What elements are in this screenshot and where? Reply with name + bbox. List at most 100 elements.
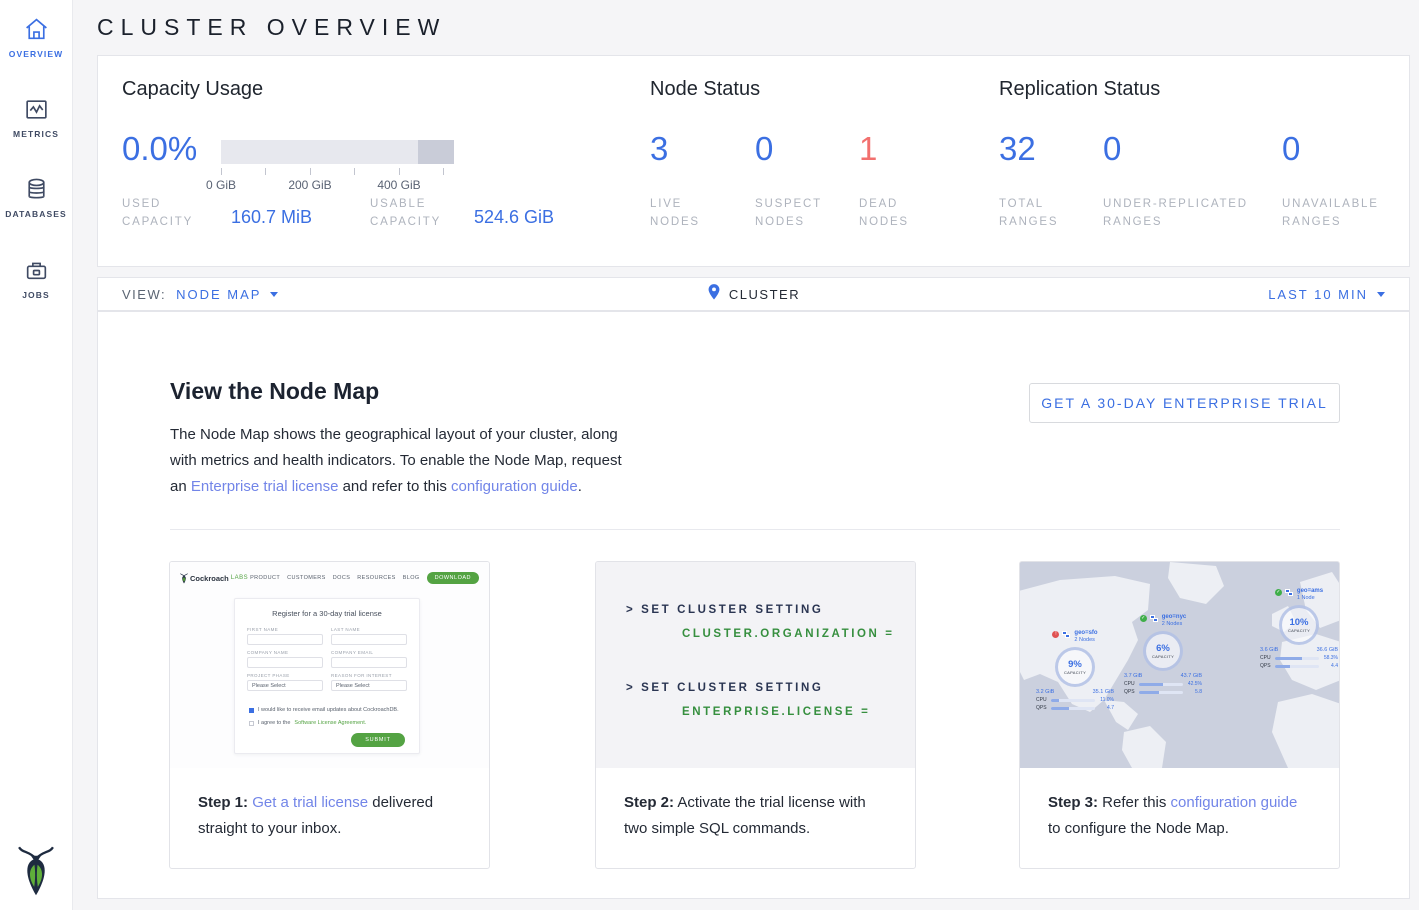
step2-card: > SET CLUSTER SETTING CLUSTER.ORGANIZATI…: [595, 561, 916, 869]
configuration-guide-link[interactable]: configuration guide: [1171, 794, 1298, 811]
capacity-total: 35.1 GiB: [1093, 689, 1114, 695]
caption-text: Refer this: [1098, 794, 1171, 811]
capacity-percent: 9%: [1068, 660, 1082, 670]
step1-thumbnail: Cockroach LABS PRODUCT CUSTOMERS DOCS RE…: [170, 562, 489, 768]
mini-brand: Cockroach LABS: [180, 573, 248, 584]
cpu-label: CPU: [1124, 681, 1136, 687]
sidebar-item-label: METRICS: [0, 129, 72, 139]
page-title: CLUSTER OVERVIEW: [97, 14, 446, 41]
axis-tick: [443, 168, 444, 175]
unavailable-count: 0: [1282, 130, 1300, 168]
step3-caption: Step 3: Refer this configuration guide t…: [1020, 768, 1339, 842]
sidebar-item-jobs[interactable]: JOBS: [0, 257, 72, 300]
capacity-ring: 10% CAPACITY: [1279, 605, 1319, 645]
mini-download-button: DOWNLOAD: [427, 572, 479, 584]
mini-form-title: Register for a 30-day trial license: [235, 609, 419, 618]
cluster-summary-panel: Capacity Usage 0.0% 0 GiB 200 GiB 400 Gi…: [97, 55, 1410, 267]
cpu-value: 11.0%: [1098, 697, 1114, 703]
replication-status-title: Replication Status: [999, 78, 1160, 101]
mini-checkbox-checked: [249, 708, 254, 713]
mini-nav-item: DOCS: [333, 575, 351, 581]
cluster-scope: CLUSTER: [98, 278, 1409, 310]
enterprise-trial-license-link[interactable]: Enterprise trial license: [191, 478, 339, 495]
mini-field-select: Please Select: [247, 680, 323, 691]
mini-submit-button: SUBMIT: [351, 733, 405, 747]
capacity-ring: 6% CAPACITY: [1143, 631, 1183, 671]
capacity-label: CAPACITY: [1152, 654, 1174, 659]
axis-tick: [221, 168, 222, 175]
sql-command: > SET CLUSTER SETTING: [626, 604, 823, 616]
time-range-selector[interactable]: LAST 10 MIN: [1268, 278, 1385, 310]
sidebar-item-overview[interactable]: OVERVIEW: [0, 16, 72, 59]
locality-node-count: 2 Nodes: [1074, 637, 1097, 644]
capacity-total: 43.7 GiB: [1181, 673, 1202, 679]
mini-checkbox: [249, 721, 254, 726]
cpu-label: CPU: [1260, 655, 1272, 661]
node-map-panel: View the Node Map The Node Map shows the…: [97, 311, 1410, 899]
mini-field-label: COMPANY EMAIL: [331, 650, 407, 655]
mini-field-select: Please Select: [331, 680, 407, 691]
check-badge-icon: ✓: [1275, 589, 1282, 596]
sidebar-item-metrics[interactable]: METRICS: [0, 96, 72, 139]
capacity-percent: 6%: [1156, 644, 1170, 654]
configuration-guide-link[interactable]: configuration guide: [451, 478, 578, 495]
mini-nav-item: RESOURCES: [357, 575, 395, 581]
suspect-nodes-label: SUSPECT NODES: [755, 195, 835, 231]
capacity-used: 3.7 GiB: [1124, 673, 1142, 679]
total-ranges-label: TOTAL RANGES: [999, 195, 1089, 231]
qps-value: 5.8: [1186, 689, 1202, 695]
axis-tick: [310, 168, 311, 175]
sql-setting: CLUSTER.ORGANIZATION =: [682, 628, 895, 640]
map-locality-ams: ✓ geo=ams 1 Node 10% CAPACITY 3.6 GiB 36…: [1256, 588, 1339, 669]
mini-field-input: [331, 657, 407, 668]
sidebar: OVERVIEW METRICS DATABASES: [0, 0, 73, 910]
step3-card: ! geo=sfo 2 Nodes 9% CAPACITY 3.2 GiB 35…: [1019, 561, 1340, 869]
mini-brand-suffix: LABS: [231, 575, 248, 581]
cpu-value: 58.3%: [1322, 655, 1338, 661]
locality-node-count: 2 Nodes: [1162, 621, 1187, 628]
step-number: Step 2:: [624, 794, 674, 811]
step1-card: Cockroach LABS PRODUCT CUSTOMERS DOCS RE…: [169, 561, 490, 869]
locality-name: geo=nyc: [1162, 614, 1187, 621]
mini-field-label: LAST NAME: [331, 627, 407, 632]
capacity-total: 36.6 GiB: [1317, 647, 1338, 653]
mini-field-label: PROJECT PHASE: [247, 673, 323, 678]
used-capacity-value: 160.7 MiB: [231, 207, 312, 228]
sidebar-item-databases[interactable]: DATABASES: [0, 176, 72, 219]
qps-label: QPS: [1036, 705, 1048, 711]
step-number: Step 1:: [198, 794, 248, 811]
step-number: Step 3:: [1048, 794, 1098, 811]
total-ranges-count: 32: [999, 130, 1036, 168]
capacity-bar-reserved-segment: [418, 140, 454, 164]
enterprise-trial-button[interactable]: GET A 30-DAY ENTERPRISE TRIAL: [1029, 383, 1340, 423]
mini-registration-form: Register for a 30-day trial license FIRS…: [234, 598, 420, 754]
mini-nav-item: BLOG: [403, 575, 420, 581]
axis-tick: [265, 168, 266, 175]
usable-capacity-value: 524.6 GiB: [474, 207, 554, 228]
cpu-value: 42.5%: [1186, 681, 1202, 687]
capacity-used: 3.6 GiB: [1260, 647, 1278, 653]
capacity-bar: [221, 140, 454, 164]
qps-value: 4.7: [1098, 705, 1114, 711]
node-status-title: Node Status: [650, 78, 760, 101]
section-title: View the Node Map: [170, 378, 379, 405]
dead-nodes-label: DEAD NODES: [859, 195, 939, 231]
nodes-icon: [1285, 589, 1294, 598]
mini-checkbox-label: I agree to the: [258, 720, 290, 726]
time-range-value[interactable]: LAST 10 MIN: [1268, 287, 1368, 302]
qps-value: 4.4: [1322, 663, 1338, 669]
mini-field-label: COMPANY NAME: [247, 650, 323, 655]
qps-label: QPS: [1260, 663, 1272, 669]
get-trial-license-link[interactable]: Get a trial license: [252, 794, 368, 811]
step2-caption: Step 2: Activate the trial license with …: [596, 768, 915, 842]
usable-capacity-label: USABLE CAPACITY: [370, 195, 465, 231]
description-text: .: [578, 478, 582, 495]
live-nodes-label: LIVE NODES: [650, 195, 730, 231]
description-text: and refer to this: [338, 478, 451, 495]
nodes-icon: [1062, 631, 1071, 640]
capacity-label: CAPACITY: [1288, 628, 1310, 633]
locality-name: geo=ams: [1297, 588, 1323, 595]
mini-brand-name: Cockroach: [190, 574, 229, 583]
sql-command: > SET CLUSTER SETTING: [626, 682, 823, 694]
metrics-icon: [0, 96, 72, 123]
